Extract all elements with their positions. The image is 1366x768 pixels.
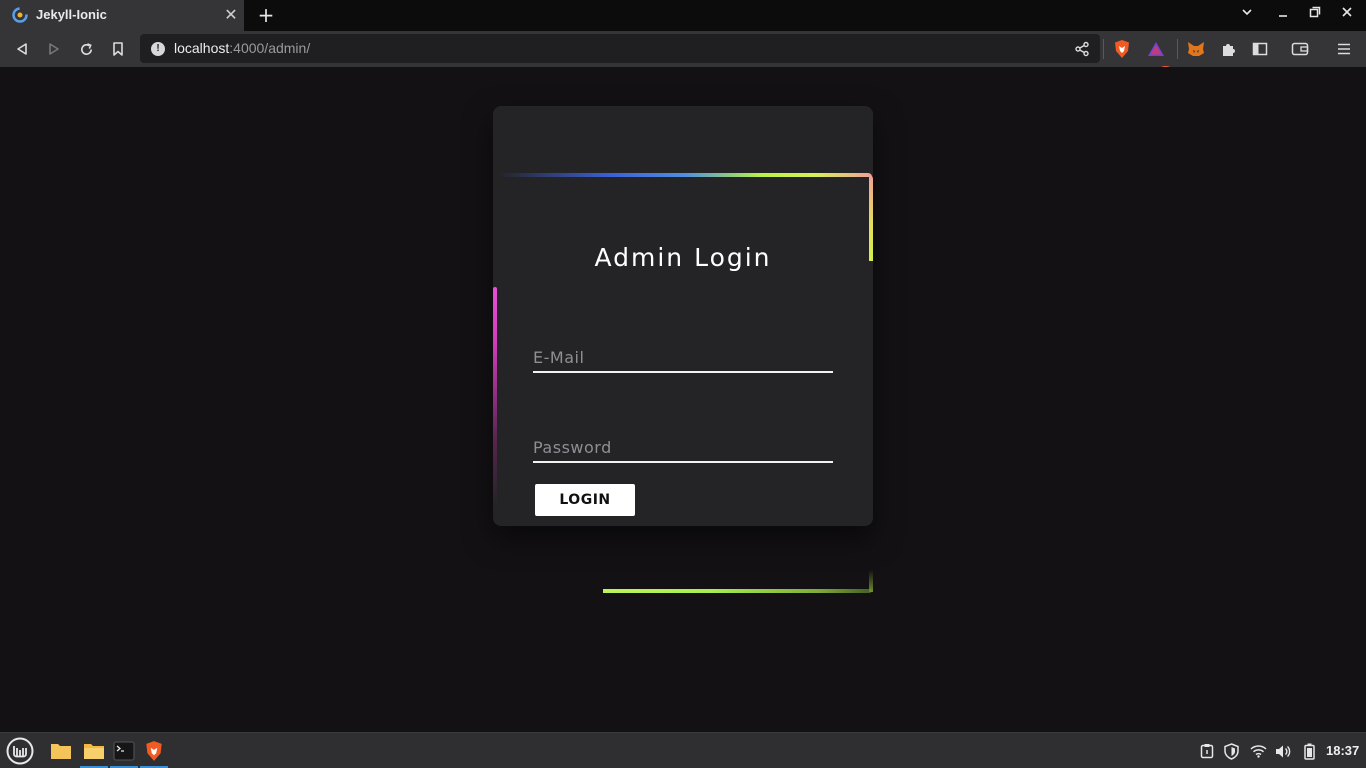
battery-icon[interactable] [1300, 742, 1318, 760]
card-glow-left [493, 287, 497, 507]
mint-menu-icon[interactable] [6, 736, 34, 766]
file-manager-icon[interactable] [80, 736, 108, 766]
jekyll-ionic-favicon-icon [12, 7, 28, 23]
brave-rewards-icon[interactable] [1146, 39, 1166, 59]
site-info-icon[interactable]: ! [151, 42, 165, 56]
card-glow-bottom-right [869, 570, 873, 592]
terminal-icon[interactable] [110, 736, 138, 766]
clock[interactable]: 18:37 [1326, 743, 1359, 758]
password-field[interactable] [533, 433, 833, 463]
back-icon[interactable] [12, 39, 32, 59]
menu-icon[interactable] [1334, 39, 1354, 59]
folder-icon[interactable] [47, 736, 75, 766]
address-bar[interactable]: ! localhost:4000/admin/ [140, 34, 1100, 63]
card-glow-bottom [603, 589, 873, 593]
wifi-icon[interactable] [1249, 742, 1267, 760]
metamask-fox-icon[interactable] [1186, 39, 1206, 59]
new-tab-button[interactable]: + [256, 4, 276, 26]
email-field[interactable] [533, 343, 833, 373]
brave-shields-icon[interactable] [1112, 39, 1132, 59]
login-title: Admin Login [594, 243, 772, 272]
wallet-icon[interactable] [1290, 39, 1310, 59]
tab-title: Jekyll-Ionic [36, 7, 107, 22]
close-window-icon[interactable] [1338, 6, 1356, 24]
browser-toolbar: ! localhost:4000/admin/ 1 [0, 31, 1366, 77]
minimize-icon[interactable] [1274, 6, 1292, 24]
toolbar-divider [1177, 39, 1178, 59]
bookmark-icon[interactable] [108, 39, 128, 59]
brave-browser-icon[interactable] [140, 736, 168, 766]
taskbar: 18:37 [0, 732, 1366, 768]
volume-icon[interactable] [1274, 742, 1292, 760]
card-glow-top [498, 173, 872, 177]
url-text[interactable]: localhost:4000/admin/ [174, 40, 310, 56]
close-tab-icon[interactable]: ✕ [224, 7, 238, 23]
login-button[interactable]: LOGIN [535, 484, 635, 516]
shield-icon[interactable] [1222, 742, 1240, 760]
tab-strip: Jekyll-Ionic ✕ + [0, 0, 1366, 31]
tab-list-chevron-down-icon[interactable] [1238, 6, 1256, 24]
clipboard-icon[interactable] [1198, 742, 1216, 760]
maximize-icon[interactable] [1306, 6, 1324, 24]
login-card [493, 106, 873, 526]
forward-icon[interactable] [44, 39, 64, 59]
tab-jekyll-ionic[interactable]: Jekyll-Ionic ✕ [0, 0, 244, 31]
sidebar-icon[interactable] [1250, 39, 1270, 59]
share-icon[interactable] [1074, 41, 1090, 57]
toolbar-divider [1103, 39, 1104, 59]
puzzle-icon[interactable] [1218, 39, 1238, 59]
reload-icon[interactable] [76, 39, 96, 59]
